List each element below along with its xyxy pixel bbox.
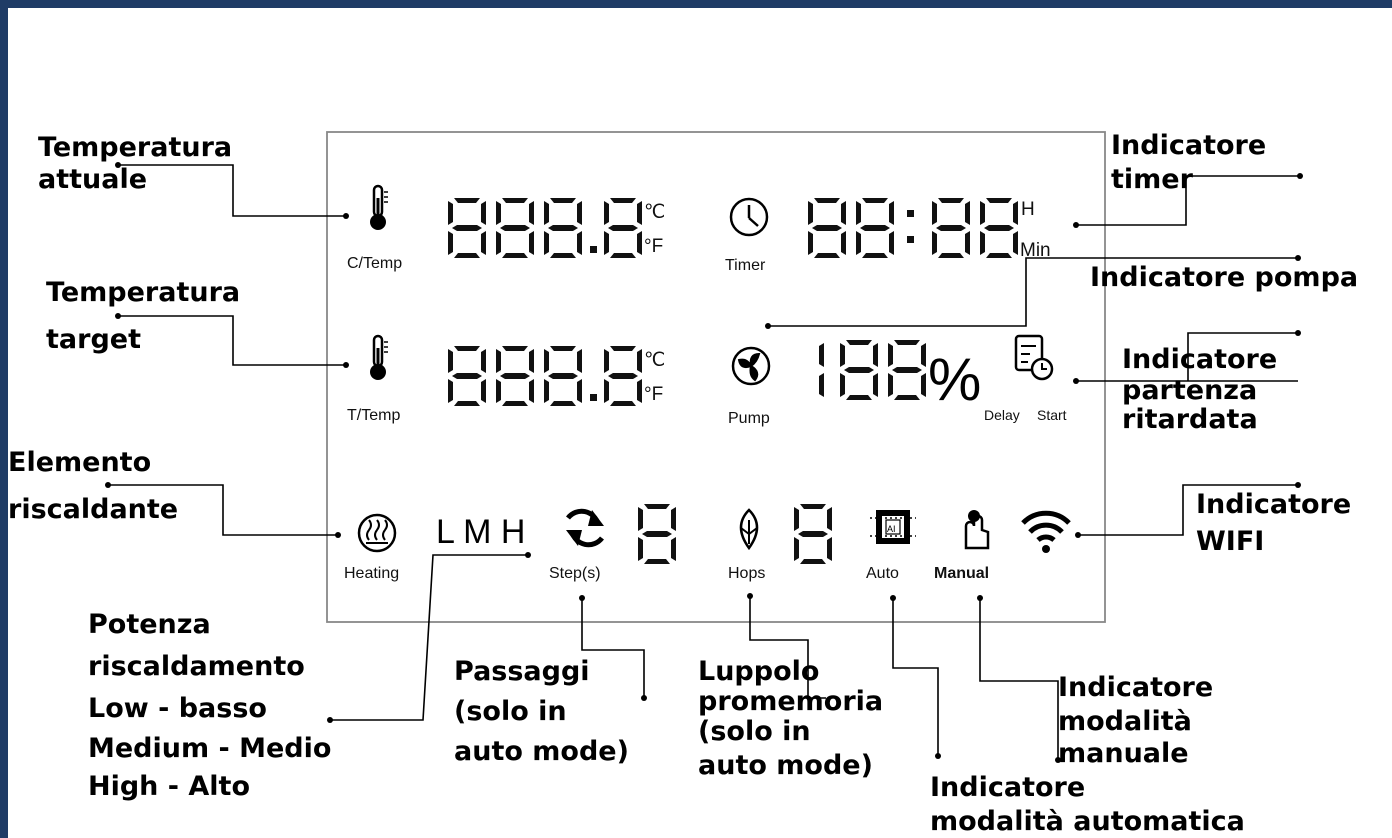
percent-sign: % — [928, 346, 981, 413]
wifi-icon — [1021, 510, 1071, 553]
target-temp-digits — [448, 346, 642, 406]
clock-icon — [729, 197, 769, 237]
pump-label: Pump — [728, 410, 770, 427]
heating-label: Heating — [344, 565, 399, 582]
t-temp-label: T/Temp — [347, 407, 400, 424]
label-pump: Indicatore pompa — [1090, 262, 1358, 293]
unit-fahrenheit: °F — [644, 384, 663, 405]
timer-label: Timer — [725, 257, 766, 274]
ai-chip-icon: AI — [870, 510, 916, 544]
delay-start-icon — [1014, 334, 1054, 381]
label-heating-element: Elemento riscaldante — [8, 447, 178, 525]
unit-celsius: ℃ — [644, 202, 665, 223]
label-heating-power: Potenza riscaldamento Low - basso Medium… — [88, 609, 341, 802]
steps-digit — [638, 504, 676, 564]
power-level-lmh: L M H — [436, 513, 525, 551]
label-manual-mode: Indicatore modalità manuale — [1058, 672, 1223, 769]
c-temp-label: C/Temp — [347, 255, 402, 272]
pump-fan-icon — [731, 346, 771, 386]
hops-digit — [794, 504, 832, 564]
thermometer-icon — [368, 334, 390, 382]
label-auto-mode: Indicatore modalità automatica — [930, 772, 1245, 837]
label-temp-actual: Temperatura attuale — [38, 132, 242, 195]
label-hops-reminder: Luppolo promemoria (solo in auto mode) — [698, 656, 893, 781]
current-temp-digits — [448, 198, 642, 258]
unit-celsius: ℃ — [644, 350, 665, 371]
auto-label: Auto — [866, 565, 899, 582]
hand-touch-icon — [964, 510, 990, 550]
unit-hours: H — [1021, 199, 1035, 220]
refresh-icon — [566, 508, 604, 548]
label-steps: Passaggi (solo in auto mode) — [454, 656, 629, 767]
unit-fahrenheit: °F — [644, 236, 663, 257]
manual-label: Manual — [934, 565, 989, 582]
start-label: Start — [1037, 407, 1067, 423]
label-timer: Indicatore timer — [1111, 130, 1276, 195]
hops-label: Hops — [728, 565, 765, 582]
heating-coil-icon — [357, 513, 397, 553]
steps-label: Step(s) — [549, 565, 601, 582]
delay-label: Delay — [984, 407, 1020, 423]
timer-digits — [808, 198, 1018, 258]
label-delay-start: Indicatore partenza ritardata — [1122, 344, 1287, 435]
hops-icon — [739, 508, 759, 551]
pump-percent-digits — [819, 340, 926, 400]
label-wifi: Indicatore WIFI — [1196, 489, 1361, 557]
ai-text: AI — [887, 524, 896, 534]
thermometer-icon — [368, 184, 390, 232]
lcd-diagram: C/Temp ℃ °F Timer H Min T/Temp ℃ °F Pump… — [0, 0, 1392, 838]
